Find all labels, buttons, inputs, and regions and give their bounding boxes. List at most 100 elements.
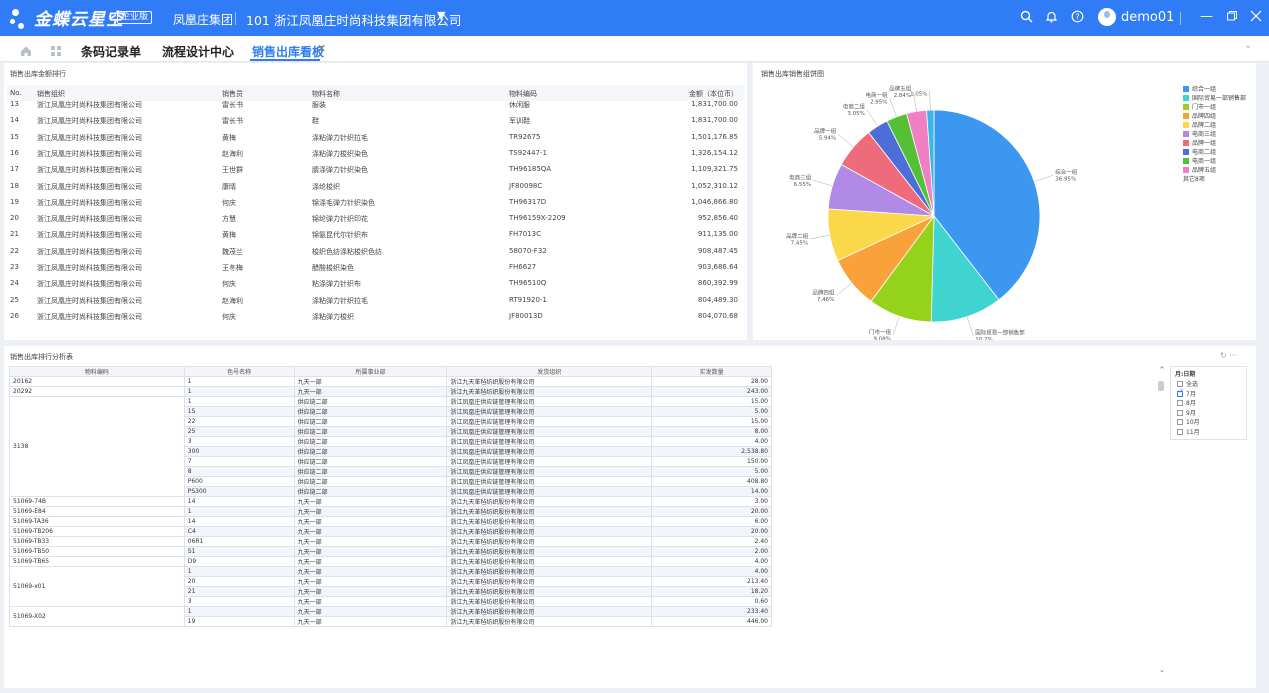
column-header[interactable]: 实发数量 <box>651 366 772 377</box>
chevron-up-icon[interactable]: ^ <box>1159 366 1165 374</box>
column-header[interactable]: 发货组织 <box>446 366 653 377</box>
quantity-cell: 20.00 <box>651 506 772 517</box>
pie-leader-line <box>813 180 833 187</box>
caret-down-icon[interactable]: ▼ <box>437 9 445 22</box>
brand-name[interactable]: 凤凰庄集团 <box>173 11 233 28</box>
analysis-table: 物料编码 色号名称 所属事业部 发货组织 实发数量 20162 1 九天一部 浙江九天革毡纺织… <box>9 366 772 627</box>
table-cell: 梭织色纺涤粘梭织色纺 <box>312 247 382 256</box>
legend-item[interactable]: 电商三组 <box>1183 129 1216 138</box>
legend-item[interactable]: 品牌五组 <box>1183 165 1216 174</box>
table-row[interactable]: 51069-TA36 14 九天一部 浙江九天革毡纺织股份有限公司 6.00 <box>9 516 772 527</box>
table-cell: 赵海利 <box>222 149 243 158</box>
table-row[interactable]: 21 浙江凤凰庄时尚科技集团有限公司 黄梅 锦氨昆代尔针织布 FH7013C 911,13… <box>7 226 744 242</box>
tab-barcode-record[interactable]: 条码记录单 <box>81 43 141 60</box>
table-row[interactable]: 51069-74B 14 九天一部 浙江九天革毡纺织股份有限公司 3.00 <box>9 496 772 507</box>
table-row[interactable]: 23 浙江凤凰庄时尚科技集团有限公司 王冬梅 醋酸梭织染色 FH6627 903,686.… <box>7 259 744 275</box>
tab-close-icon[interactable]: ✕ <box>317 42 326 55</box>
table-cell: 供应链二部 <box>293 486 448 497</box>
table-row[interactable]: 18 浙江凤凰庄时尚科技集团有限公司 康晴 涤纶梭织 JF80098C 1,052,310… <box>7 178 744 194</box>
checkbox[interactable] <box>1177 419 1183 425</box>
table-row[interactable]: 16 浙江凤凰庄时尚科技集团有限公司 赵海利 涤粘弹力梭织染色 TS92447-1 1,3… <box>7 145 744 161</box>
table-row[interactable]: 51069-TB33 06R1 九天一部 浙江九天革毡纺织股份有限公司 2.40 <box>9 536 772 547</box>
home-icon[interactable] <box>20 42 32 61</box>
table-cell: 浙江九天革毡纺织股份有限公司 <box>446 516 653 527</box>
table-cell: 15 <box>10 132 19 141</box>
table-cell: 供应链二部 <box>293 466 448 477</box>
minimize-icon[interactable]: — <box>1200 9 1213 24</box>
legend-item[interactable]: 综合一组 <box>1183 84 1216 93</box>
filter-option[interactable]: 9月 <box>1177 408 1196 417</box>
chevron-double-down-icon[interactable]: ⌄ <box>1244 40 1252 51</box>
material-code-cell: 51069-E84 <box>9 506 185 517</box>
table-cell: 浙江凤凰庄时尚科技集团有限公司 <box>37 280 142 289</box>
checkbox[interactable] <box>1177 409 1183 416</box>
legend-item[interactable]: 品牌一组 <box>1183 138 1216 147</box>
filter-option[interactable]: 8月 <box>1177 398 1196 407</box>
table-row[interactable]: 24 浙江凤凰庄时尚科技集团有限公司 何庆 粘涤弹力针织布 TH96510Q 860,39… <box>7 275 744 291</box>
legend-item[interactable]: 品牌四组 <box>1183 111 1216 120</box>
amount-cell: 860,392.99 <box>697 279 738 288</box>
column-header[interactable]: 物料编码 <box>9 366 185 377</box>
amount-cell: 1,109,321.75 <box>691 165 738 174</box>
org-selector[interactable]: 101 浙江凤凰庄时尚科技集团有限公司 <box>246 10 461 29</box>
table-row[interactable]: 51069-E84 1 九天一部 浙江九天革毡纺织股份有限公司 20.00 <box>9 506 772 517</box>
table-row[interactable]: 19 浙江凤凰庄时尚科技集团有限公司 何庆 锦涤毛弹力针织染色 TH96317D 1,04… <box>7 194 744 210</box>
search-icon[interactable] <box>1020 10 1033 27</box>
avatar[interactable] <box>1098 8 1116 26</box>
table-row[interactable]: 20 浙江凤凰庄时尚科技集团有限公司 方慧 锦纶弹力针织印花 TH96159X-2209… <box>7 210 744 226</box>
table-row[interactable]: 3138 1 供应链二部 浙江凤凰庄供应链管理有限公司 15.00 <box>9 396 772 497</box>
close-icon[interactable] <box>1250 10 1262 26</box>
legend-item[interactable]: 其它8项 <box>1183 174 1205 183</box>
analysis-table-wrap[interactable]: 物料编码 色号名称 所属事业部 发货组织 实发数量 20162 1 九天一部 浙江九天革毡纺织… <box>9 366 1157 686</box>
checkbox[interactable] <box>1177 388 1183 397</box>
table-cell: 浙江九天革毡纺织股份有限公司 <box>446 586 653 597</box>
checkbox[interactable] <box>1177 428 1183 435</box>
table-row[interactable]: 25 浙江凤凰庄时尚科技集团有限公司 赵海利 涤粘弹力针织拉毛 RT91920-1 804… <box>7 292 744 308</box>
table-cell: TH96317D <box>509 197 547 206</box>
material-code-cell: 51069-TA36 <box>9 516 185 527</box>
chevron-down-icon[interactable]: ⌄ <box>1159 666 1165 674</box>
table-cell: 浙江凤凰庄时尚科技集团有限公司 <box>37 149 142 158</box>
refresh-icon[interactable]: ↻ ··· <box>1220 351 1237 360</box>
table-row[interactable]: 51069-x01 1 九天一部 浙江九天革毡纺织股份有限公司 4.00 <box>9 566 772 607</box>
filter-option[interactable]: 7月 <box>1177 388 1196 398</box>
table-cell: 供应链二部 <box>293 446 448 457</box>
scrollbar[interactable]: ^ ⌄ <box>1156 366 1166 686</box>
legend-item[interactable]: 品牌二组 <box>1183 120 1216 129</box>
column-header[interactable]: 色号名称 <box>183 366 295 377</box>
tab-sales-dashboard[interactable]: 销售出库看板 <box>252 43 324 60</box>
table-row[interactable]: 17 浙江凤凰庄时尚科技集团有限公司 王世群 腈涤弹力针织染色 TH96185QA 1,1… <box>7 161 744 177</box>
table-row[interactable]: 14 浙江凤凰庄时尚科技集团有限公司 雷长书 鞋 军训鞋 1,831,700.00 <box>7 112 744 128</box>
legend-item[interactable]: 电商二组 <box>1183 147 1216 156</box>
checkbox[interactable] <box>1177 381 1183 387</box>
legend-item[interactable]: 门市一组 <box>1183 102 1216 111</box>
filter-option-label: 全选 <box>1186 381 1199 388</box>
apps-grid-icon[interactable] <box>50 42 62 61</box>
legend-item[interactable]: 国际贸易一部销售部 <box>1183 93 1246 102</box>
table-row[interactable]: 26 浙江凤凰庄时尚科技集团有限公司 何庆 涤粘弹力梭织 JF80013D 804,070… <box>7 308 744 324</box>
table-row[interactable]: 13 浙江凤凰庄时尚科技集团有限公司 雷长书 服装 休闲服 1,831,700.00 <box>7 96 744 112</box>
table-cell: 涤粘弹力梭织 <box>312 312 354 321</box>
table-row[interactable]: 51069-TB206 C4 九天一部 浙江九天革毡纺织股份有限公司 20.00 <box>9 526 772 537</box>
filter-option[interactable]: 10月 <box>1177 417 1200 426</box>
table-row[interactable]: 22 浙江凤凰庄时尚科技集团有限公司 魏茂兰 梭织色纺涤粘梭织色纺 58070-F32 9… <box>7 243 744 259</box>
bell-icon[interactable] <box>1045 10 1058 27</box>
table-row[interactable]: 51069-TB50 S1 九天一部 浙江九天革毡纺织股份有限公司 2.00 <box>9 546 772 557</box>
username[interactable]: demo01 <box>1121 10 1174 25</box>
table-cell: TH96159X-2209 <box>509 214 566 223</box>
quantity-cell: 4.00 <box>651 436 772 447</box>
table-row[interactable]: 20292 1 九天一部 浙江九天革毡纺织股份有限公司 243.00 <box>9 386 772 397</box>
table-row[interactable]: 51069-X02 1 九天一部 浙江九天革毡纺织股份有限公司 233.40 <box>9 606 772 627</box>
tab-process-design[interactable]: 流程设计中心 <box>162 43 234 60</box>
table-row[interactable]: 20162 1 九天一部 浙江九天革毡纺织股份有限公司 28.00 <box>9 376 772 387</box>
help-icon[interactable]: ? <box>1071 10 1084 27</box>
legend-item[interactable]: 电商一组 <box>1183 156 1216 165</box>
table-row[interactable]: 15 浙江凤凰庄时尚科技集团有限公司 黄梅 涤粘弹力针织拉毛 TR92675 1,501,… <box>7 129 744 145</box>
table-row[interactable]: 51069-TB65 D9 九天一部 浙江九天革毡纺织股份有限公司 4.00 <box>9 556 772 567</box>
filter-option[interactable]: 11月 <box>1177 427 1200 436</box>
column-header[interactable]: 所属事业部 <box>293 366 448 377</box>
table-cell: 何庆 <box>222 280 236 289</box>
restore-icon[interactable] <box>1226 10 1238 26</box>
checkbox[interactable] <box>1177 400 1183 406</box>
scrollbar-thumb[interactable] <box>1158 381 1164 391</box>
